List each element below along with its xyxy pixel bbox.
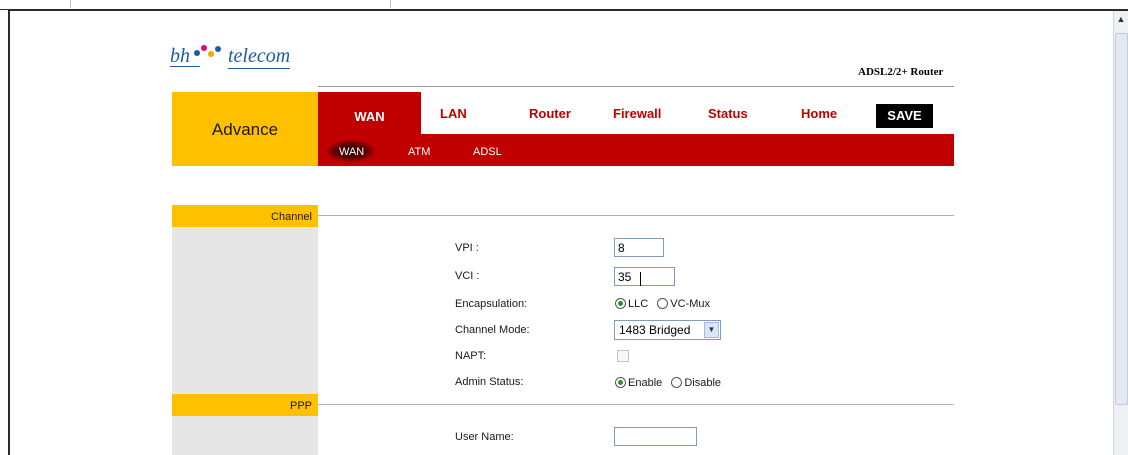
product-name: ADSL2/2+ Router bbox=[858, 66, 944, 78]
ppp-section-title: PPP bbox=[289, 400, 312, 412]
ppp-section-header: PPP bbox=[172, 394, 318, 416]
vpi-input[interactable] bbox=[614, 238, 664, 257]
section-title: Advance bbox=[211, 120, 279, 139]
encap-llc-radio[interactable] bbox=[615, 298, 626, 309]
window-left-border bbox=[0, 10, 10, 455]
admin-disable-label: Disable bbox=[684, 377, 722, 389]
username-label: User Name: bbox=[455, 431, 514, 443]
logo-underline bbox=[170, 66, 200, 67]
admin-status-label: Admin Status: bbox=[455, 376, 524, 388]
nav-tab-wan[interactable]: WAN bbox=[318, 92, 421, 134]
logo-dot bbox=[215, 46, 221, 52]
napt-label: NAPT: bbox=[455, 350, 487, 362]
vci-input[interactable] bbox=[614, 267, 675, 286]
encap-vcmux-label: VC-Mux bbox=[670, 298, 710, 310]
section-title-box: Advance bbox=[172, 92, 318, 166]
browser-top-bar bbox=[0, 0, 1128, 11]
left-side-panel bbox=[172, 416, 318, 455]
window-border bbox=[0, 9, 1128, 11]
channel-mode-value: 1483 Bridged bbox=[619, 323, 691, 337]
scrollbar-thumb[interactable] bbox=[1115, 33, 1128, 405]
save-button[interactable]: SAVE bbox=[876, 104, 933, 128]
encapsulation-radio-group: LLC VC-Mux bbox=[615, 298, 716, 312]
logo-dot bbox=[201, 45, 207, 51]
logo-right-text: telecom bbox=[228, 45, 291, 69]
nav-tab-firewall[interactable]: Firewall bbox=[613, 106, 661, 121]
vpi-label: VPI : bbox=[455, 242, 479, 254]
vertical-scrollbar[interactable]: ▲ bbox=[1113, 11, 1128, 455]
nav-tab-status[interactable]: Status bbox=[708, 106, 748, 121]
text-cursor bbox=[640, 272, 641, 286]
channel-section-title: Channel bbox=[271, 211, 312, 223]
channel-mode-label: Channel Mode: bbox=[455, 324, 530, 336]
chevron-down-icon[interactable]: ▼ bbox=[704, 322, 719, 338]
left-side-panel bbox=[172, 227, 318, 394]
nav-tab-router[interactable]: Router bbox=[529, 106, 571, 121]
subnav-item-wan[interactable]: WAN bbox=[339, 146, 364, 158]
scroll-up-icon[interactable]: ▲ bbox=[1116, 14, 1126, 24]
nav-tab-lan[interactable]: LAN bbox=[440, 106, 467, 121]
tab-divider bbox=[70, 0, 71, 8]
encap-llc-label: LLC bbox=[628, 298, 649, 310]
username-input[interactable] bbox=[614, 427, 697, 446]
section-divider bbox=[318, 215, 954, 216]
section-divider bbox=[318, 404, 954, 405]
channel-mode-select[interactable]: 1483 Bridged ▼ bbox=[614, 320, 721, 340]
logo-dot bbox=[208, 51, 214, 57]
nav-tab-home[interactable]: Home bbox=[801, 106, 837, 121]
napt-checkbox[interactable] bbox=[617, 350, 629, 362]
logo-dot bbox=[194, 50, 200, 56]
admin-status-radio-group: Enable Disable bbox=[615, 377, 727, 391]
subnav-item-atm[interactable]: ATM bbox=[408, 146, 430, 158]
tab-divider bbox=[390, 0, 391, 8]
header-divider bbox=[318, 86, 954, 87]
logo-dots-icon bbox=[194, 44, 222, 60]
admin-disable-radio[interactable] bbox=[671, 377, 683, 388]
channel-section-header: Channel bbox=[172, 205, 318, 227]
admin-enable-label: Enable bbox=[628, 377, 663, 389]
admin-enable-radio[interactable] bbox=[615, 377, 626, 388]
encapsulation-label: Encapsulation: bbox=[455, 298, 528, 310]
nav-tab-label: WAN bbox=[354, 109, 385, 124]
encap-vcmux-radio[interactable] bbox=[657, 298, 669, 309]
subnav-item-adsl[interactable]: ADSL bbox=[473, 146, 502, 158]
logo-left-text: bh bbox=[170, 45, 190, 67]
bh-telecom-logo: bh telecom bbox=[170, 42, 330, 72]
vci-label: VCI : bbox=[455, 270, 480, 282]
